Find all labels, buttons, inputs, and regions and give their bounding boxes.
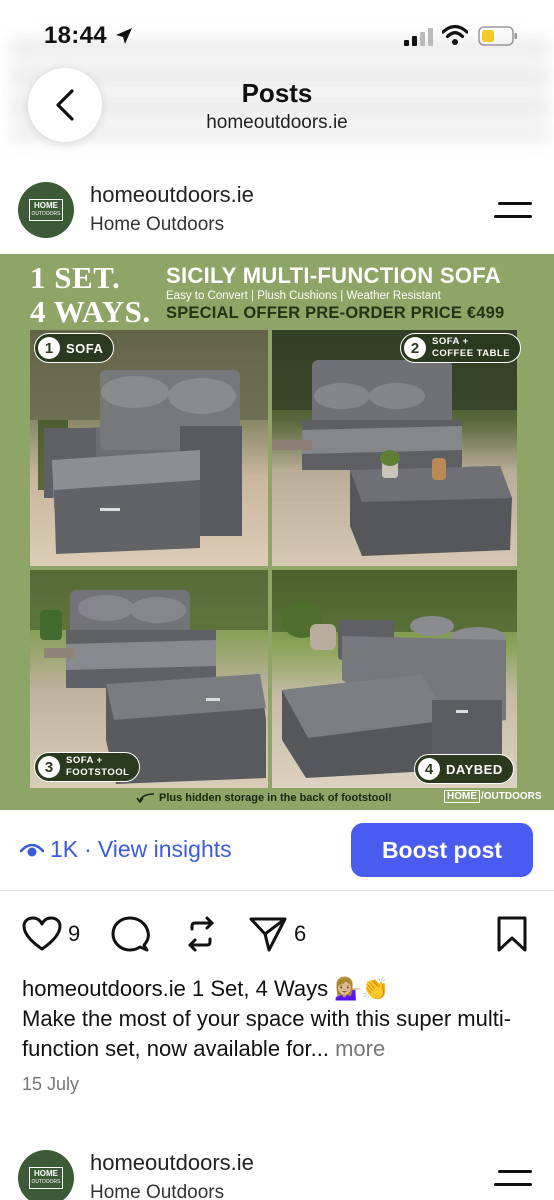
caption-username[interactable]: homeoutdoors.ie bbox=[22, 976, 186, 1001]
post-date: 15 July bbox=[22, 1074, 80, 1094]
status-bar: 18:44 bbox=[0, 0, 554, 72]
menu-line-icon bbox=[498, 1170, 532, 1173]
repost-icon bbox=[188, 916, 214, 952]
caption-first-line: 1 Set, 4 Ways 💁🏼‍♀️👏 bbox=[192, 976, 390, 1001]
divider bbox=[0, 890, 554, 891]
view-insights-link[interactable]: 1K · View insights bbox=[20, 836, 232, 863]
curved-arrow-icon bbox=[136, 793, 155, 804]
panel-badge-2: 2 SOFA + COFFEE TABLE bbox=[400, 333, 522, 363]
post-header: HOME OUTDOORS homeoutdoors.ie Home Outdoo… bbox=[0, 178, 554, 244]
location-arrow-icon bbox=[116, 28, 132, 44]
bookmark-icon bbox=[497, 916, 527, 952]
brand-logo: HOME OUTDOORS bbox=[29, 199, 63, 221]
comment-icon bbox=[111, 916, 150, 952]
photo-sofa bbox=[30, 330, 268, 566]
repost-button[interactable] bbox=[182, 914, 220, 954]
promo-line-1: 1 SET. bbox=[30, 260, 121, 295]
battery-icon bbox=[478, 26, 517, 46]
wifi-icon bbox=[442, 24, 468, 45]
promo-line-2: 4 WAYS. bbox=[30, 294, 151, 329]
menu-line-icon bbox=[498, 202, 532, 205]
avatar[interactable]: HOME OUTDOORS bbox=[18, 182, 74, 238]
panel-badge-4: 4 DAYBED bbox=[414, 754, 514, 784]
account-subtitle: Home Outdoors bbox=[90, 1182, 225, 1200]
insights-separator: · bbox=[84, 836, 92, 862]
heart-icon bbox=[22, 916, 62, 951]
like-count: 9 bbox=[68, 921, 81, 946]
send-icon bbox=[249, 917, 287, 952]
account-name[interactable]: homeoutdoors.ie bbox=[90, 1150, 254, 1176]
promo-headline: SICILY MULTI-FUNCTION SOFA bbox=[166, 263, 501, 288]
boost-post-button[interactable]: Boost post bbox=[351, 823, 533, 877]
promo-brand-logo: HOME/OUTDOORS bbox=[444, 790, 542, 803]
menu-line-icon bbox=[494, 215, 532, 218]
panel-badge-3: 3 SOFA + FOOTSTOOL bbox=[34, 752, 141, 782]
caption-body: Make the most of your space with this su… bbox=[22, 1006, 512, 1061]
share-button[interactable]: 6 bbox=[248, 914, 306, 954]
cellular-signal-icon bbox=[404, 28, 433, 46]
page-subtitle: homeoutdoors.ie bbox=[206, 112, 348, 133]
share-count: 6 bbox=[294, 921, 307, 946]
panel-badge-1: 1 SOFA bbox=[34, 333, 115, 363]
account-name[interactable]: homeoutdoors.ie bbox=[90, 182, 254, 208]
brand-logo: HOME OUTDOORS bbox=[29, 1167, 63, 1189]
next-post-header: HOME OUTDOORS homeoutdoors.ie Home Outdoo… bbox=[0, 1146, 554, 1200]
status-time: 18:44 bbox=[44, 22, 107, 49]
post-actions: 9 6 bbox=[0, 914, 554, 954]
like-button[interactable]: 9 bbox=[22, 914, 80, 954]
page-title: Posts bbox=[241, 78, 313, 108]
promo-footnote: Plus hidden storage in the back of foots… bbox=[136, 792, 392, 804]
views-count: 1K bbox=[50, 836, 79, 862]
photo-sofa-coffee-table bbox=[272, 330, 517, 566]
insights-label: View insights bbox=[97, 836, 232, 862]
avatar[interactable]: HOME OUTDOORS bbox=[18, 1150, 74, 1200]
account-subtitle: Home Outdoors bbox=[90, 214, 225, 235]
promo-features: Easy to Convert | Plush Cushions | Weath… bbox=[166, 290, 441, 302]
eye-icon bbox=[20, 843, 44, 856]
promo-offer: SPECIAL OFFER PRE-ORDER PRICE €499 bbox=[166, 304, 505, 322]
save-button[interactable] bbox=[494, 914, 530, 954]
post-menu-button[interactable] bbox=[494, 198, 534, 224]
post-image[interactable]: 1 SET. 4 WAYS. SICILY MULTI-FUNCTION SOF… bbox=[0, 254, 554, 810]
post-menu-button[interactable] bbox=[494, 1166, 534, 1192]
comment-button[interactable] bbox=[110, 914, 150, 954]
post-caption: homeoutdoors.ie 1 Set, 4 Ways 💁🏼‍♀️👏 Mak… bbox=[22, 974, 534, 1064]
menu-line-icon bbox=[494, 1183, 532, 1186]
more-link[interactable]: more bbox=[335, 1036, 385, 1061]
